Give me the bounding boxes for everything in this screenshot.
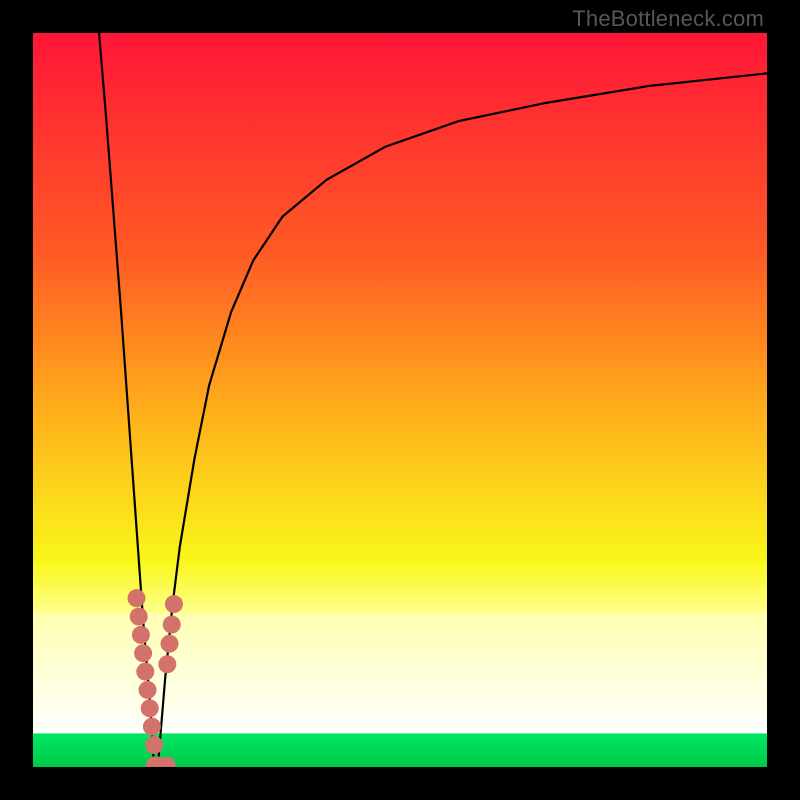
- marker-dot: [136, 663, 154, 681]
- marker-dot: [139, 681, 157, 699]
- marker-dot: [145, 736, 163, 754]
- marker-dot: [141, 699, 159, 717]
- marker-dot: [143, 718, 161, 736]
- curves-layer: [33, 33, 767, 767]
- marker-dot: [132, 626, 150, 644]
- marker-dot: [163, 616, 181, 634]
- marker-dot: [165, 595, 183, 613]
- right-branch-curve: [158, 73, 767, 767]
- marker-dot: [127, 589, 145, 607]
- chart-stage: TheBottleneck.com: [0, 0, 800, 800]
- highlight-markers: [127, 589, 182, 767]
- marker-dot: [158, 655, 176, 673]
- watermark-text: TheBottleneck.com: [572, 6, 764, 32]
- marker-dot: [161, 635, 179, 653]
- plot-area: [33, 33, 767, 767]
- marker-dot: [130, 608, 148, 626]
- marker-dot: [134, 644, 152, 662]
